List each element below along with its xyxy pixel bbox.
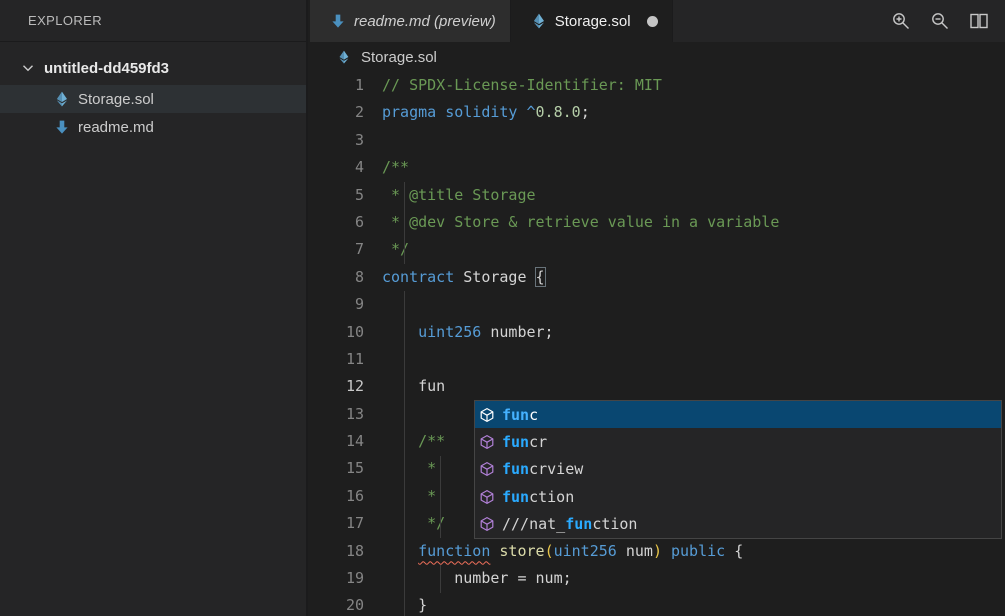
line-number: 15 — [310, 455, 382, 482]
line-number: 17 — [310, 510, 382, 537]
line-number: 19 — [310, 565, 382, 592]
code-line[interactable]: 12 fun — [310, 373, 1005, 400]
code-line[interactable]: 6 * @dev Store & retrieve value in a var… — [310, 209, 1005, 236]
method-icon — [479, 407, 495, 423]
code-text: uint256 number; — [382, 319, 554, 346]
code-text: * — [382, 483, 445, 510]
code-line[interactable]: 2pragma solidity ^0.8.0; — [310, 99, 1005, 126]
tab-label: readme.md (preview) — [354, 13, 496, 30]
line-number: 3 — [310, 127, 382, 154]
method-icon — [479, 489, 495, 505]
suggest-widget: func funcr funcrview function ///nat_functio… — [474, 400, 1002, 539]
breadcrumb-label: Storage.sol — [361, 49, 437, 66]
line-number: 7 — [310, 236, 382, 263]
line-number: 20 — [310, 592, 382, 616]
solidity-icon — [54, 91, 70, 107]
code-text: contract Storage { — [382, 264, 545, 291]
code-line[interactable]: 10 uint256 number; — [310, 319, 1005, 346]
file-label: readme.md — [78, 119, 154, 136]
line-number: 6 — [310, 209, 382, 236]
line-number: 8 — [310, 264, 382, 291]
code-text: // SPDX-License-Identifier: MIT — [382, 72, 662, 99]
method-icon — [479, 516, 495, 532]
line-number: 11 — [310, 346, 382, 373]
folder-row-untitled[interactable]: untitled-dd459fd3 — [0, 54, 306, 82]
suggest-item[interactable]: funcr — [475, 428, 1001, 455]
code-text: function store(uint256 num) public { — [382, 538, 743, 565]
suggest-item[interactable]: func — [475, 401, 1001, 428]
suggest-label: funcrview — [502, 460, 583, 478]
line-number: 13 — [310, 401, 382, 428]
code-text: /** — [382, 154, 409, 181]
markdown-icon — [54, 119, 70, 135]
code-line[interactable]: 3 — [310, 127, 1005, 154]
suggest-item[interactable]: ///nat_function — [475, 511, 1001, 538]
zoom-in-icon[interactable] — [889, 9, 913, 33]
split-editor-icon[interactable] — [967, 9, 991, 33]
code-line[interactable]: 18 function store(uint256 num) public { — [310, 538, 1005, 565]
line-number: 9 — [310, 291, 382, 318]
line-number: 1 — [310, 72, 382, 99]
code-text: */ — [382, 510, 445, 537]
line-number: 12 — [310, 373, 382, 400]
code-line[interactable]: 4/** — [310, 154, 1005, 181]
suggest-item[interactable]: function — [475, 483, 1001, 510]
code-text: pragma solidity ^0.8.0; — [382, 99, 590, 126]
code-text: fun — [382, 373, 445, 400]
file-row-readme-md[interactable]: readme.md — [0, 113, 306, 141]
indent-guide — [440, 456, 441, 538]
solidity-icon — [531, 13, 547, 29]
suggest-label: funcr — [502, 433, 547, 451]
line-number: 4 — [310, 154, 382, 181]
line-number: 16 — [310, 483, 382, 510]
code-line[interactable]: 7 */ — [310, 236, 1005, 263]
suggest-label: func — [502, 406, 538, 424]
tab-label: Storage.sol — [555, 13, 631, 30]
editor-actions — [889, 0, 991, 42]
code-line[interactable]: 11 — [310, 346, 1005, 373]
code-line[interactable]: 19 number = num; — [310, 565, 1005, 592]
method-icon — [479, 434, 495, 450]
indent-guide — [404, 182, 405, 264]
code-line[interactable]: 1// SPDX-License-Identifier: MIT — [310, 72, 1005, 99]
zoom-out-icon[interactable] — [928, 9, 952, 33]
explorer-header: EXPLORER — [0, 0, 306, 42]
suggest-label: ///nat_function — [502, 515, 637, 533]
code-line[interactable]: 8contract Storage { — [310, 264, 1005, 291]
solidity-icon — [337, 50, 351, 64]
modified-dot[interactable] — [647, 16, 658, 27]
line-number: 10 — [310, 319, 382, 346]
code-line[interactable]: 9 — [310, 291, 1005, 318]
line-number: 5 — [310, 182, 382, 209]
suggest-item[interactable]: funcrview — [475, 456, 1001, 483]
code-text: /** — [382, 428, 445, 455]
code-text: number = num; — [382, 565, 572, 592]
file-row-storage-sol[interactable]: Storage.sol — [0, 85, 306, 113]
tab-storage-sol[interactable]: Storage.sol — [511, 0, 673, 42]
code-text: * @dev Store & retrieve value in a varia… — [382, 209, 779, 236]
code-text: * — [382, 455, 445, 482]
vscode-window: EXPLORER untitled-dd459fd3 Storage.sol re… — [0, 0, 1005, 616]
tab-readme-md-preview-[interactable]: readme.md (preview) — [310, 0, 511, 42]
line-number: 14 — [310, 428, 382, 455]
suggest-label: function — [502, 488, 574, 506]
code-line[interactable]: 20 } — [310, 592, 1005, 616]
line-number: 18 — [310, 538, 382, 565]
folder-label: untitled-dd459fd3 — [44, 60, 169, 77]
code-text: */ — [382, 236, 409, 263]
code-line[interactable]: 5 * @title Storage — [310, 182, 1005, 209]
markdown-icon — [330, 13, 346, 29]
indent-guide — [440, 565, 441, 593]
chevron-down-icon — [20, 60, 36, 76]
explorer-sidebar: EXPLORER untitled-dd459fd3 Storage.sol re… — [0, 0, 308, 616]
breadcrumb[interactable]: Storage.sol — [310, 42, 1005, 72]
indent-guide — [404, 291, 405, 616]
explorer-title: EXPLORER — [28, 13, 102, 28]
code-text: * @title Storage — [382, 182, 536, 209]
method-icon — [479, 461, 495, 477]
line-number: 2 — [310, 99, 382, 126]
file-label: Storage.sol — [78, 91, 154, 108]
